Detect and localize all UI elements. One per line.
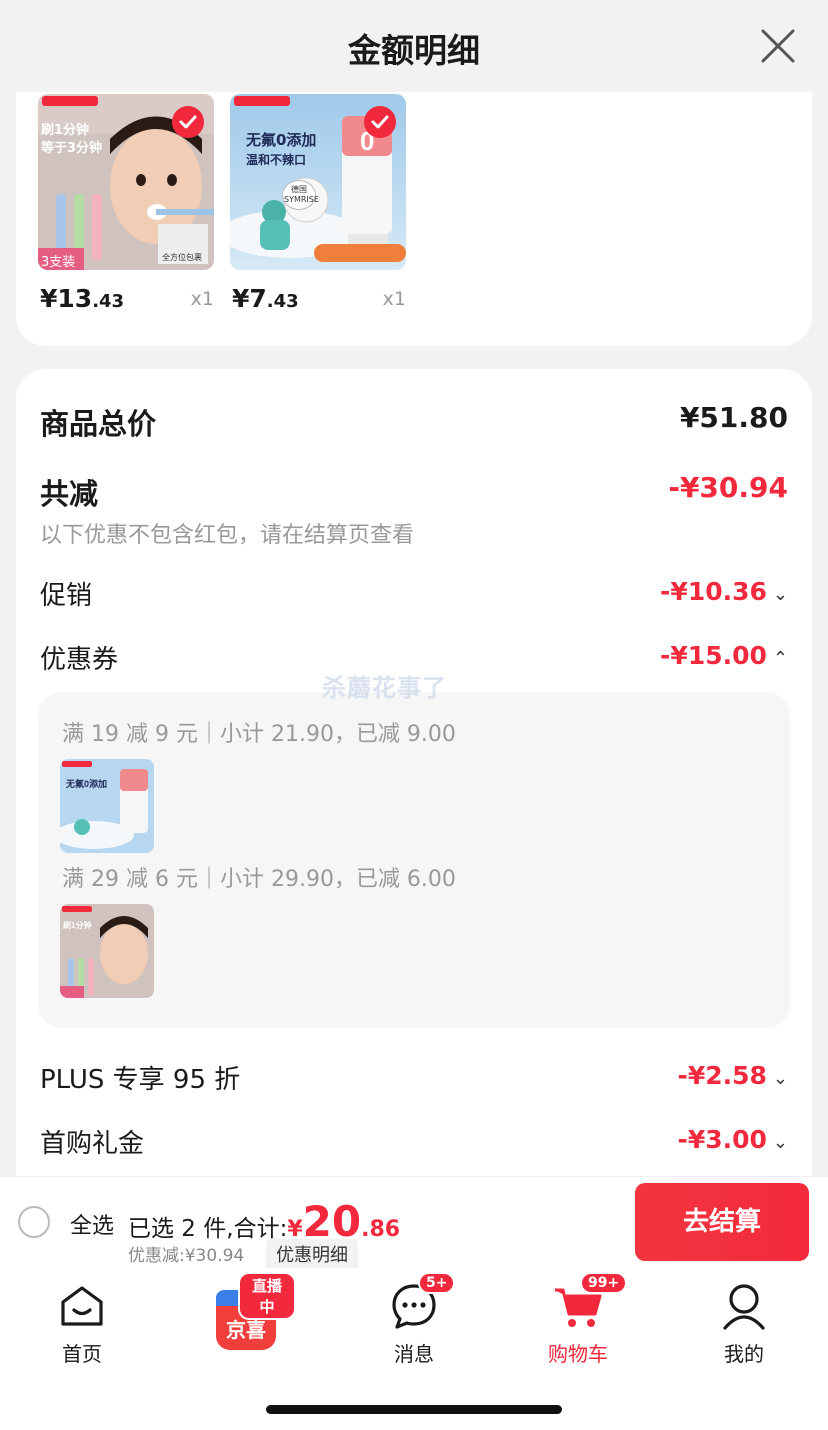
product-image-tag: 德国 SYMRISE [282, 180, 319, 210]
coupon-product-thumb: 无氟0添加 [60, 759, 154, 853]
checkout-discount-text: 优惠减:¥30.94 [128, 1246, 245, 1266]
chevron-down-icon: ⌄ [772, 584, 788, 605]
discount-detail-button[interactable]: 优惠明细 [266, 1239, 358, 1269]
cart-badge: 99+ [580, 1272, 628, 1294]
product-image-toothbrush: 刷1分钟 等于3分钟 3支装 全方位包裹 [38, 94, 214, 270]
product-quantity: x1 [382, 288, 406, 310]
message-icon: 5+ [364, 1272, 464, 1330]
user-icon [694, 1280, 794, 1330]
product-image-tag: 3支装 [41, 255, 76, 270]
chevron-down-icon: ⌄ [772, 1132, 788, 1153]
cart-icon: 99+ [528, 1272, 628, 1330]
product-image-toothpaste: 0 无氟0添加 温和不辣口 德国 SYMRISE [230, 94, 406, 270]
tab-messages-label: 消息 [394, 1342, 434, 1366]
product-image-text: 无氟0添加 [246, 131, 317, 149]
tab-mine-label: 我的 [724, 1342, 764, 1366]
selected-check-icon[interactable] [364, 106, 396, 138]
plus-discount-label: PLUS 专享 95 折 [40, 1065, 241, 1095]
checkout-total: 已选 2 件,合计:¥20.86 [128, 1197, 401, 1246]
first-purchase-gift-row[interactable]: 首购礼金 -¥3.00 ⌄ [40, 1123, 788, 1160]
chevron-down-icon: ⌄ [772, 1068, 788, 1089]
product-list-card: 刷1分钟 等于3分钟 3支装 全方位包裹 ¥13.43 x1 0 无氟0添加 温… [16, 92, 812, 346]
total-reduce-row: 共减 -¥30.94 [40, 471, 788, 513]
tab-home[interactable]: 首页 [32, 1280, 132, 1367]
total-reduce-value: -¥30.94 [668, 471, 788, 504]
select-all-radio[interactable] [18, 1206, 50, 1238]
product-price: ¥13.43 [40, 284, 125, 313]
product-price: ¥7.43 [232, 284, 299, 313]
discount-note: 以下优惠不包含红包，请在结算页查看 [40, 523, 415, 548]
product-image-caption: 全方位包裹 [162, 253, 202, 262]
plus-discount-value: -¥2.58 ⌄ [677, 1061, 788, 1090]
tab-messages[interactable]: 5+ 消息 [364, 1272, 464, 1367]
tab-live[interactable]: 京喜 直播中 [196, 1272, 296, 1358]
tab-mine[interactable]: 我的 [694, 1280, 794, 1367]
coupon-product-thumb: 刷1分钟 [60, 904, 154, 998]
sheet-title: 金额明细 [348, 31, 480, 70]
home-indicator [266, 1405, 562, 1414]
product-item[interactable]: 0 无氟0添加 温和不辣口 德国 SYMRISE ¥7.43 x1 [230, 94, 406, 313]
tab-cart-label: 购物车 [548, 1342, 608, 1366]
product-image-text: 等于3分钟 [41, 141, 103, 156]
coupon-detail-box: 满 19 减 9 元｜小计 21.90，已减 9.00 无氟0添加 满 29 减… [38, 692, 790, 1028]
chevron-up-icon: ⌃ [772, 648, 788, 669]
coupon-line: 满 29 减 6 元｜小计 29.90，已减 6.00 [62, 867, 456, 892]
first-purchase-gift-value: -¥3.00 ⌄ [677, 1125, 788, 1154]
total-price-row: 商品总价 ¥51.80 [40, 401, 788, 443]
live-badge: 直播中 [238, 1272, 296, 1320]
product-item[interactable]: 刷1分钟 等于3分钟 3支装 全方位包裹 ¥13.43 x1 [38, 94, 214, 313]
selected-check-icon[interactable] [172, 106, 204, 138]
product-quantity: x1 [190, 288, 214, 310]
messages-badge: 5+ [418, 1272, 456, 1294]
coupon-value: -¥15.00 ⌃ [660, 641, 788, 670]
svg-text:刷1分钟: 刷1分钟 [62, 920, 91, 930]
plus-discount-row[interactable]: PLUS 专享 95 折 -¥2.58 ⌄ [40, 1059, 788, 1096]
total-price-value: ¥51.80 [679, 401, 788, 434]
watermark: 杀蘑花事了 [322, 674, 447, 702]
close-icon[interactable] [758, 26, 798, 66]
home-icon [32, 1280, 132, 1330]
svg-text:无氟0添加: 无氟0添加 [65, 778, 107, 789]
price-summary-card: 商品总价 ¥51.80 共减 -¥30.94 以下优惠不包含红包，请在结算页查看… [16, 369, 812, 1249]
sheet-header: 金额明细 [0, 0, 828, 92]
tab-home-label: 首页 [62, 1342, 102, 1366]
promo-value: -¥10.36 ⌄ [660, 577, 788, 606]
product-image-text: 刷1分钟 [41, 123, 90, 138]
coupon-line: 满 19 减 9 元｜小计 21.90，已减 9.00 [62, 722, 456, 747]
select-all-label[interactable]: 全选 [70, 1208, 114, 1240]
tab-cart[interactable]: 99+ 购物车 [528, 1272, 628, 1367]
product-image-text: 温和不辣口 [246, 153, 307, 167]
checkout-button[interactable]: 去结算 [635, 1183, 809, 1261]
first-purchase-gift-label: 首购礼金 [40, 1129, 145, 1159]
jingxi-live-icon: 京喜 直播中 [196, 1272, 296, 1358]
promo-row[interactable]: 促销 -¥10.36 ⌄ [40, 575, 788, 612]
checkout-bar: 全选 已选 2 件,合计:¥20.86 优惠减:¥30.94 优惠明细 去结算 [0, 1176, 828, 1269]
total-price-label: 商品总价 [40, 407, 157, 441]
